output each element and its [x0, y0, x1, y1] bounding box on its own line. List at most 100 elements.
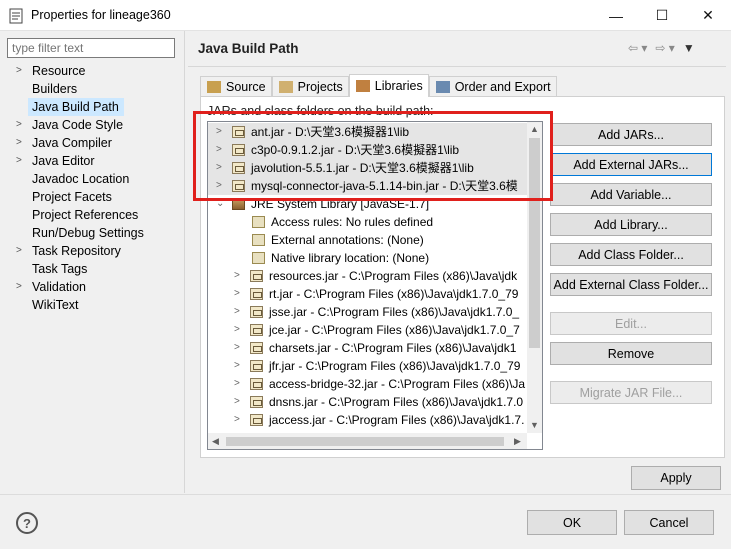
- nav-item[interactable]: > Resource: [4, 62, 180, 80]
- apply-button[interactable]: Apply: [631, 466, 721, 490]
- migrate-jar-file-button[interactable]: Migrate JAR File...: [550, 381, 712, 404]
- jar-icon: [250, 360, 263, 372]
- minimize-button[interactable]: —: [593, 0, 639, 31]
- history-nav: ⇦ ▾ ⇨ ▾ ▼: [628, 41, 695, 55]
- nav-item-label: Java Code Style: [32, 118, 124, 132]
- expand-arrow-icon[interactable]: >: [234, 375, 240, 393]
- expand-arrow-icon[interactable]: >: [16, 242, 22, 260]
- add-external-jars-button[interactable]: Add External JARs...: [550, 153, 712, 176]
- add-external-class-folder-button[interactable]: Add External Class Folder...: [550, 273, 712, 296]
- forward-arrow-icon[interactable]: ⇨ ▾: [655, 41, 674, 55]
- tree-row[interactable]: > jaccess.jar - C:\Program Files (x86)\Ja…: [208, 411, 528, 429]
- nav-item[interactable]: > Java Code Style: [4, 116, 180, 134]
- nav-item-label: Builders: [32, 82, 78, 96]
- scroll-left-icon[interactable]: ◀: [212, 436, 219, 447]
- ok-button[interactable]: OK: [527, 510, 617, 535]
- tree-row[interactable]: > jfr.jar - C:\Program Files (x86)\Java\j…: [208, 357, 528, 375]
- tree-row[interactable]: Access rules: No rules defined: [208, 213, 528, 231]
- back-arrow-icon[interactable]: ⇦ ▾: [628, 41, 647, 55]
- projects-icon: [278, 81, 293, 93]
- jar-icon: [250, 414, 263, 426]
- nav-item[interactable]: Javadoc Location: [4, 170, 180, 188]
- expand-arrow-icon[interactable]: >: [234, 285, 240, 303]
- tree-row[interactable]: > access-bridge-32.jar - C:\Program Files…: [208, 375, 528, 393]
- maximize-button[interactable]: ☐: [639, 0, 685, 31]
- tab-label: Projects: [297, 80, 343, 94]
- nav-item-label: Java Editor: [32, 154, 95, 168]
- add-class-folder-button[interactable]: Add Class Folder...: [550, 243, 712, 266]
- nav-item[interactable]: > Java Compiler: [4, 134, 180, 152]
- property-nav-tree: > Resource Builders Java Build Path > Java Co…: [4, 62, 180, 314]
- page-title: Java Build Path: [198, 41, 299, 56]
- nav-item[interactable]: Project Facets: [4, 188, 180, 206]
- nav-item[interactable]: Run/Debug Settings: [4, 224, 180, 242]
- nav-item-label: WikiText: [32, 298, 79, 312]
- jar-icon: [250, 378, 263, 390]
- tree-row[interactable]: External annotations: (None): [208, 231, 528, 249]
- tree-row[interactable]: > resources.jar - C:\Program Files (x86)\…: [208, 267, 528, 285]
- view-menu-icon[interactable]: ▼: [683, 41, 695, 55]
- nav-item-label: Run/Debug Settings: [32, 226, 144, 240]
- tree-row[interactable]: > dnsns.jar - C:\Program Files (x86)\Java…: [208, 393, 528, 411]
- scroll-right-icon[interactable]: ▶: [514, 436, 521, 447]
- scroll-down-icon[interactable]: ▼: [530, 420, 539, 430]
- nav-item[interactable]: > Validation: [4, 278, 180, 296]
- tree-horizontal-thumb[interactable]: [226, 437, 504, 446]
- tab-order-and-export[interactable]: Order and Export: [428, 76, 557, 97]
- edit-button[interactable]: Edit...: [550, 312, 712, 335]
- expand-arrow-icon[interactable]: >: [234, 357, 240, 375]
- tab-libraries[interactable]: Libraries: [348, 74, 429, 97]
- tree-row[interactable]: > jce.jar - C:\Program Files (x86)\Java\j…: [208, 321, 528, 339]
- nav-item[interactable]: Java Build Path: [28, 98, 124, 116]
- tab-source[interactable]: Source: [200, 76, 272, 97]
- expand-arrow-icon[interactable]: >: [234, 393, 240, 411]
- expand-arrow-icon[interactable]: >: [16, 62, 22, 80]
- nav-item[interactable]: Task Tags: [4, 260, 180, 278]
- tree-row[interactable]: > rt.jar - C:\Program Files (x86)\Java\jd…: [208, 285, 528, 303]
- nav-item-label: Validation: [32, 280, 86, 294]
- tree-row[interactable]: > jsse.jar - C:\Program Files (x86)\Java\…: [208, 303, 528, 321]
- tree-row-label: jfr.jar - C:\Program Files (x86)\Java\jd…: [269, 359, 521, 373]
- tree-row[interactable]: > charsets.jar - C:\Program Files (x86)\J…: [208, 339, 528, 357]
- expand-arrow-icon[interactable]: >: [234, 339, 240, 357]
- expand-arrow-icon[interactable]: >: [16, 116, 22, 134]
- remove-button[interactable]: Remove: [550, 342, 712, 365]
- tab-projects[interactable]: Projects: [271, 76, 349, 97]
- nav-item[interactable]: WikiText: [4, 296, 180, 314]
- expand-arrow-icon[interactable]: >: [234, 411, 240, 429]
- nav-item-label: Task Repository: [32, 244, 121, 258]
- cancel-button[interactable]: Cancel: [624, 510, 714, 535]
- jar-icon: [250, 306, 263, 318]
- expand-arrow-icon[interactable]: >: [234, 303, 240, 321]
- header-divider: [188, 66, 726, 67]
- attribute-icon: [252, 252, 265, 264]
- tree-row-label: charsets.jar - C:\Program Files (x86)\Ja…: [269, 341, 517, 355]
- jar-icon: [250, 288, 263, 300]
- add-variable-button[interactable]: Add Variable...: [550, 183, 712, 206]
- tree-row-label: jsse.jar - C:\Program Files (x86)\Java\j…: [269, 305, 520, 319]
- pane-divider[interactable]: [184, 31, 185, 493]
- close-button[interactable]: ✕: [685, 0, 731, 31]
- expand-arrow-icon[interactable]: >: [234, 267, 240, 285]
- tree-row[interactable]: Native library location: (None): [208, 249, 528, 267]
- help-icon[interactable]: ?: [16, 512, 38, 534]
- tree-row-label: access-bridge-32.jar - C:\Program Files …: [269, 377, 526, 391]
- expand-arrow-icon[interactable]: >: [16, 134, 22, 152]
- expand-arrow-icon[interactable]: >: [16, 152, 22, 170]
- nav-item[interactable]: > Java Editor: [4, 152, 180, 170]
- nav-item[interactable]: > Task Repository: [4, 242, 180, 260]
- expand-arrow-icon[interactable]: >: [234, 321, 240, 339]
- nav-item-label: Java Compiler: [32, 136, 112, 150]
- tab-label: Order and Export: [454, 80, 551, 94]
- expand-arrow-icon[interactable]: >: [16, 278, 22, 296]
- source-folder-icon: [207, 81, 221, 93]
- nav-item[interactable]: Project References: [4, 206, 180, 224]
- add-library-button[interactable]: Add Library...: [550, 213, 712, 236]
- tree-row-label: rt.jar - C:\Program Files (x86)\Java\jdk…: [269, 287, 519, 301]
- tree-row-label: dnsns.jar - C:\Program Files (x86)\Java\…: [269, 395, 524, 409]
- add-jars-button[interactable]: Add JARs...: [550, 123, 712, 146]
- jar-icon: [250, 270, 263, 282]
- nav-item[interactable]: Builders: [4, 80, 180, 98]
- attribute-icon: [252, 234, 265, 246]
- filter-input[interactable]: [7, 38, 175, 58]
